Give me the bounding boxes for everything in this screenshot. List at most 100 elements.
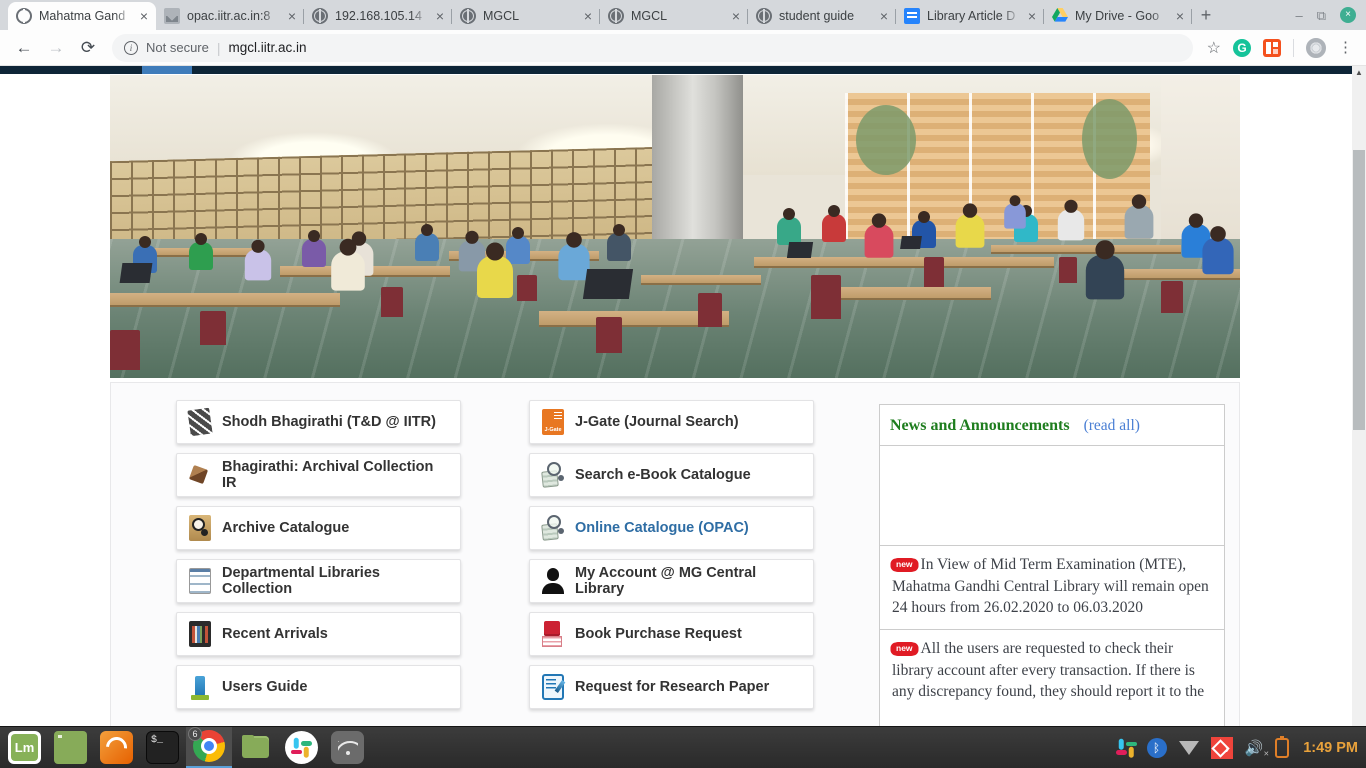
minimize-button[interactable]: – <box>1295 9 1302 22</box>
tab-close-icon[interactable]: × <box>732 9 740 23</box>
scrollbar-thumb[interactable] <box>1353 150 1365 430</box>
anydesk-icon[interactable] <box>1211 737 1233 759</box>
terminal-icon[interactable]: $_ <box>146 731 179 764</box>
clock: 1:49 PM <box>1301 740 1358 756</box>
photo-student <box>865 224 894 258</box>
tab-mahatma-gandhi[interactable]: Mahatma Gand × <box>8 2 156 30</box>
link-label: Book Purchase Request <box>575 626 742 642</box>
link-label: Online Catalogue (OPAC) <box>575 520 749 536</box>
link-users-guide[interactable]: Users Guide <box>176 665 461 709</box>
info-icon[interactable]: i <box>124 41 138 55</box>
forward-button[interactable]: → <box>42 34 70 62</box>
reload-button[interactable]: ⟳ <box>74 34 102 62</box>
tab-mgcl-1[interactable]: MGCL × <box>452 2 600 30</box>
page-scrollbar[interactable]: ▲ <box>1352 66 1366 726</box>
photo-laptop <box>120 263 153 283</box>
grammarly-extension-icon[interactable]: G <box>1233 39 1251 57</box>
link-book-purchase[interactable]: Book Purchase Request <box>529 612 814 656</box>
firefox-icon[interactable] <box>100 731 133 764</box>
wifi-tray-icon[interactable] <box>1179 741 1199 755</box>
tab-close-icon[interactable]: × <box>880 9 888 23</box>
new-tab-button[interactable]: + <box>1192 1 1220 29</box>
browser-action-icons: ☆ G ⋮ <box>1203 38 1356 58</box>
tab-close-icon[interactable]: × <box>140 9 148 23</box>
photo-student <box>1058 210 1084 241</box>
thesis-books-icon <box>187 408 212 437</box>
link-opac[interactable]: Online Catalogue (OPAC) <box>529 506 814 550</box>
archive-box-icon <box>189 462 211 488</box>
link-label: Recent Arrivals <box>222 626 328 642</box>
globe-favicon-icon <box>460 8 476 24</box>
photo-tree <box>1082 99 1137 179</box>
photo-student <box>506 236 530 264</box>
browser-menu-icon[interactable]: ⋮ <box>1338 46 1352 50</box>
tab-close-icon[interactable]: × <box>584 9 592 23</box>
photo-student <box>477 256 513 298</box>
close-window-button[interactable]: × <box>1340 7 1356 23</box>
news-title: News and Announcements <box>890 417 1070 435</box>
photo-chair <box>517 275 537 301</box>
photo-student <box>955 215 984 249</box>
tab-opac[interactable]: opac.iitr.ac.in:8 × <box>156 2 304 30</box>
browser-tab-strip: Mahatma Gand × opac.iitr.ac.in:8 × 192.1… <box>0 0 1366 30</box>
photo-table <box>754 257 1054 268</box>
photo-chair <box>200 311 226 345</box>
slack-tray-icon[interactable] <box>1118 740 1135 757</box>
photo-chair <box>811 275 841 319</box>
document-favicon-icon <box>904 8 920 24</box>
network-app-icon[interactable] <box>331 731 364 764</box>
news-announcements-panel: News and Announcements (read all) newIn … <box>879 404 1225 726</box>
link-label: Search e-Book Catalogue <box>575 467 751 483</box>
link-departmental-libraries[interactable]: Departmental Libraries Collection <box>176 559 461 603</box>
bluetooth-icon[interactable]: ᛒ <box>1147 738 1167 758</box>
tab-ip-address[interactable]: 192.168.105.14 × <box>304 2 452 30</box>
image-favicon-icon <box>164 8 180 24</box>
address-bar[interactable]: i Not secure | mgcl.iitr.ac.in <box>112 34 1193 62</box>
photo-laptop <box>582 269 632 299</box>
link-jgate[interactable]: J-Gate J-Gate (Journal Search) <box>529 400 814 444</box>
link-recent-arrivals[interactable]: Recent Arrivals <box>176 612 461 656</box>
link-archive-catalogue[interactable]: Archive Catalogue <box>176 506 461 550</box>
volume-muted-icon[interactable]: 🔊 <box>1245 739 1264 757</box>
tab-my-drive[interactable]: My Drive - Goo × <box>1044 2 1192 30</box>
scrollbar-up-arrow[interactable]: ▲ <box>1352 68 1366 77</box>
tab-title: Mahatma Gand <box>39 9 133 23</box>
slack-icon[interactable] <box>285 731 318 764</box>
system-tray: ᛒ 🔊 1:49 PM <box>1118 727 1359 768</box>
link-my-account[interactable]: My Account @ MG Central Library <box>529 559 814 603</box>
browser-navbar: ← → ⟳ i Not secure | mgcl.iitr.ac.in ☆ G… <box>0 30 1366 66</box>
photo-chair <box>381 287 403 317</box>
mint-menu-icon[interactable] <box>8 731 41 764</box>
show-desktop-icon[interactable] <box>54 731 87 764</box>
back-button[interactable]: ← <box>10 34 38 62</box>
tab-title: 192.168.105.14 <box>335 9 429 23</box>
chrome-taskbar-item[interactable]: 6 <box>186 727 232 768</box>
tab-close-icon[interactable]: × <box>288 9 296 23</box>
tab-library-article[interactable]: Library Article D × <box>896 2 1044 30</box>
link-ebook-catalogue[interactable]: Search e-Book Catalogue <box>529 453 814 497</box>
tab-title: Library Article D <box>927 9 1021 23</box>
clipboard-pencil-icon <box>542 674 564 700</box>
extension-grid-icon[interactable] <box>1263 39 1281 57</box>
maximize-button[interactable]: ⧉ <box>1317 9 1326 22</box>
profile-avatar[interactable] <box>1306 38 1326 58</box>
file-manager-icon[interactable] <box>239 731 272 764</box>
link-bhagirathi-archival[interactable]: Bhagirathi: Archival Collection IR <box>176 453 461 497</box>
tab-title: My Drive - Goo <box>1075 9 1169 23</box>
battery-icon[interactable] <box>1275 738 1289 758</box>
tab-close-icon[interactable]: × <box>436 9 444 23</box>
tab-mgcl-2[interactable]: MGCL × <box>600 2 748 30</box>
read-all-link[interactable]: (read all) <box>1084 417 1140 435</box>
taskbar: $_ 6 ᛒ 🔊 1:49 PM <box>0 726 1366 768</box>
tab-title: student guide <box>779 9 873 23</box>
address-separator: | <box>217 40 221 56</box>
tab-close-icon[interactable]: × <box>1028 9 1036 23</box>
tab-close-icon[interactable]: × <box>1176 9 1184 23</box>
tab-student-guide[interactable]: student guide × <box>748 2 896 30</box>
bookmark-star-icon[interactable]: ☆ <box>1207 38 1221 58</box>
chrome-window-count-badge: 6 <box>188 727 202 741</box>
new-badge: new <box>892 642 917 656</box>
link-shodh-bhagirathi[interactable]: Shodh Bhagirathi (T&D @ IITR) <box>176 400 461 444</box>
link-research-paper[interactable]: Request for Research Paper <box>529 665 814 709</box>
link-label: Users Guide <box>222 679 307 695</box>
